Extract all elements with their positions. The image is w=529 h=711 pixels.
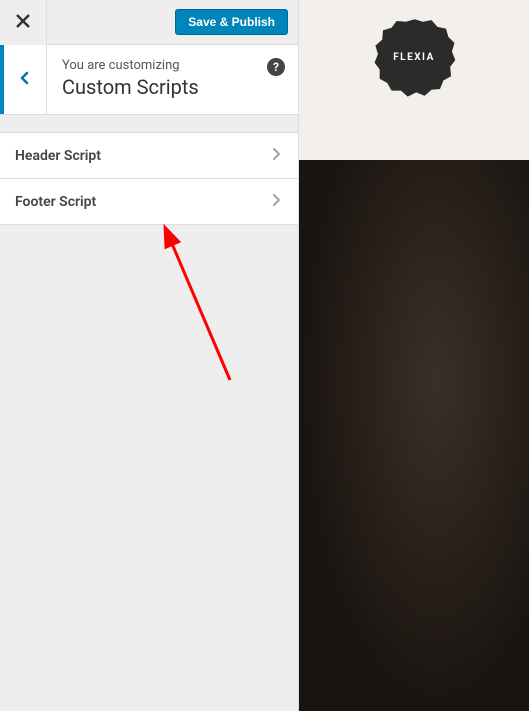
save-publish-button[interactable]: Save & Publish bbox=[175, 9, 288, 35]
customizing-label: You are customizing bbox=[62, 58, 283, 73]
brand-logo: FLEXIA bbox=[372, 15, 457, 100]
menu-list: Header Script Footer Script bbox=[0, 132, 298, 225]
menu-item-label: Footer Script bbox=[15, 194, 96, 210]
brand-text: FLEXIA bbox=[393, 52, 435, 63]
menu-item-header-script[interactable]: Header Script bbox=[0, 133, 298, 179]
customizer-sidebar: Save & Publish You are customizing Custo… bbox=[0, 0, 299, 711]
menu-item-label: Header Script bbox=[15, 148, 101, 164]
chevron-left-icon bbox=[18, 71, 32, 88]
site-preview: FLEXIA bbox=[299, 0, 529, 711]
section-header: You are customizing Custom Scripts ? bbox=[0, 45, 298, 115]
chevron-right-icon bbox=[269, 146, 283, 165]
back-button[interactable] bbox=[0, 45, 47, 114]
section-title: Custom Scripts bbox=[62, 75, 283, 99]
spacer bbox=[0, 115, 298, 132]
close-icon bbox=[15, 13, 31, 32]
help-icon[interactable]: ? bbox=[267, 58, 285, 76]
close-button[interactable] bbox=[0, 0, 47, 45]
save-area: Save & Publish bbox=[47, 0, 298, 44]
preview-header: FLEXIA bbox=[299, 0, 529, 160]
menu-item-footer-script[interactable]: Footer Script bbox=[0, 179, 298, 225]
top-bar: Save & Publish bbox=[0, 0, 298, 45]
header-content: You are customizing Custom Scripts ? bbox=[47, 45, 298, 114]
chevron-right-icon bbox=[269, 192, 283, 211]
preview-hero-image bbox=[299, 160, 529, 711]
